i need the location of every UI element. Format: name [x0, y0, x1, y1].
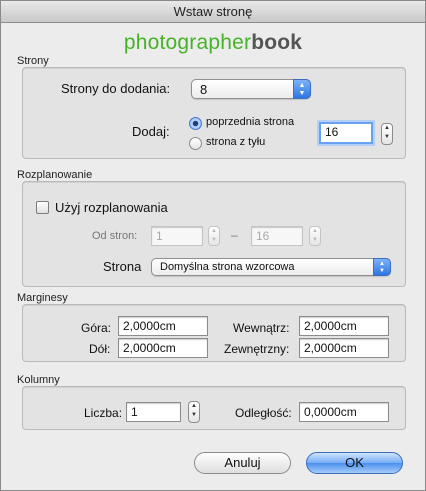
- section-title-marginesy: Marginesy: [17, 292, 68, 304]
- page-template-label: Strona: [103, 259, 142, 274]
- radio-back-page[interactable]: [189, 137, 202, 150]
- margin-inside-label: Wewnątrz:: [233, 321, 290, 335]
- group-kolumny: Liczba: 1 ▲ ▼ Odległość: 0,0000cm: [22, 386, 406, 430]
- pages-to-add-value: 8: [200, 82, 208, 97]
- margin-outside-field[interactable]: 2,0000cm: [299, 338, 389, 358]
- margin-top-label: Góra:: [81, 321, 112, 335]
- range-dash: –: [231, 228, 238, 242]
- ok-button[interactable]: OK: [306, 452, 403, 474]
- columns-count-stepper[interactable]: ▲ ▼: [188, 401, 200, 423]
- cancel-button[interactable]: Anuluj: [194, 452, 291, 474]
- group-strony: Strony do dodania: 8 ▲ ▼ Dodaj: poprzedni…: [22, 67, 406, 159]
- logo-part-photographer: photographer: [123, 31, 252, 54]
- radio-back-page-label: strona z tyłu: [206, 136, 266, 148]
- use-layout-label: Użyj rozplanowania: [55, 200, 168, 215]
- margin-top-field[interactable]: 2,0000cm: [118, 316, 208, 336]
- to-page-stepper[interactable]: ▲ ▼: [309, 226, 321, 246]
- page-number-stepper[interactable]: ▲ ▼: [381, 123, 393, 145]
- section-title-strony: Strony: [17, 55, 49, 67]
- from-page-field[interactable]: 1: [151, 226, 203, 246]
- pages-to-add-label: Strony do dodania:: [61, 81, 171, 96]
- section-title-kolumny: Kolumny: [17, 374, 60, 386]
- page-template-popup[interactable]: Domyślna strona wzorcowa ▲ ▼: [151, 258, 391, 276]
- insert-page-dialog: Wstaw stronę photographerbook Strony Str…: [0, 0, 426, 491]
- use-layout-checkbox[interactable]: [36, 201, 49, 214]
- popup-arrows-icon: ▲ ▼: [373, 258, 391, 276]
- page-number-field[interactable]: 16: [319, 122, 373, 144]
- section-title-rozplanowanie: Rozplanowanie: [17, 169, 93, 181]
- photographerbook-logo: photographerbook: [1, 31, 425, 55]
- columns-gap-label: Odległość:: [235, 406, 292, 420]
- group-marginesy: Góra: 2,0000cm Dół: 2,0000cm Wewnątrz: 2…: [22, 304, 406, 362]
- columns-count-label: Liczba:: [84, 406, 123, 420]
- add-label: Dodaj:: [132, 124, 170, 139]
- pages-to-add-popup[interactable]: 8 ▲ ▼: [191, 79, 311, 99]
- radio-previous-page-label: poprzednia strona: [206, 116, 295, 128]
- page-template-value: Domyślna strona wzorcowa: [160, 261, 295, 273]
- margin-bottom-field[interactable]: 2,0000cm: [118, 338, 208, 358]
- logo-part-book: book: [251, 31, 303, 54]
- popup-arrows-icon: ▲ ▼: [293, 79, 311, 99]
- columns-count-field[interactable]: 1: [126, 402, 181, 422]
- to-page-field[interactable]: 16: [251, 226, 303, 246]
- margin-inside-field[interactable]: 2,0000cm: [299, 316, 389, 336]
- from-page-stepper[interactable]: ▲ ▼: [208, 226, 220, 246]
- columns-gap-field[interactable]: 0,0000cm: [299, 402, 389, 422]
- from-pages-label: Od stron:: [92, 230, 138, 242]
- group-rozplanowanie: Użyj rozplanowania Od stron: 1 ▲ ▼ – 16 ▲…: [22, 181, 406, 287]
- margin-bottom-label: Dół:: [89, 342, 111, 356]
- radio-previous-page[interactable]: [189, 117, 202, 130]
- margin-outside-label: Zewnętrzny:: [224, 342, 290, 356]
- window-title: Wstaw stronę: [1, 1, 425, 23]
